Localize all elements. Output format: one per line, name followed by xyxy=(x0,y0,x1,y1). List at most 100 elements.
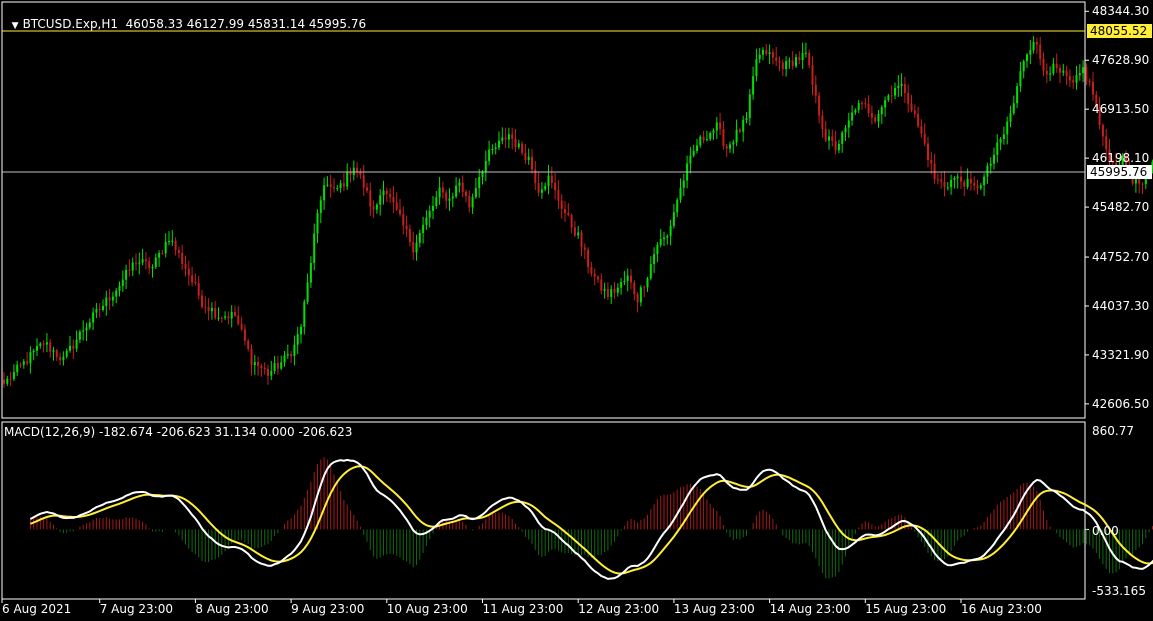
candle-body xyxy=(953,177,956,180)
candle-body xyxy=(405,225,408,230)
candle-body xyxy=(382,190,385,196)
candle-body xyxy=(1022,61,1025,72)
candle-body xyxy=(32,350,35,353)
candle-body xyxy=(491,148,494,150)
macd-label: MACD(12,26,9) -182.674 -206.623 31.134 0… xyxy=(4,425,353,439)
candle-body xyxy=(923,133,926,144)
candle-body xyxy=(465,191,467,196)
candle-body xyxy=(389,194,392,197)
candle-body xyxy=(798,57,801,60)
current-price-box: 45995.76 xyxy=(1087,164,1152,179)
candle-body xyxy=(1075,75,1078,83)
candle-body xyxy=(927,143,929,160)
candle-body xyxy=(590,267,593,274)
candle-body xyxy=(9,378,12,380)
candle-body xyxy=(204,306,207,308)
price-tick-label: 44037.30 xyxy=(1092,298,1150,313)
candle-body xyxy=(593,273,596,277)
candle-body xyxy=(557,189,560,201)
candle-body xyxy=(854,109,857,113)
candle-body xyxy=(234,312,236,316)
symbol-label: BTCUSD.Exp,H1 xyxy=(22,17,119,31)
candle-body xyxy=(851,112,854,121)
candle-body xyxy=(1029,50,1032,55)
candle-body xyxy=(676,199,679,213)
candle-body xyxy=(257,361,260,366)
candle-body xyxy=(471,196,474,208)
candle-body xyxy=(527,156,530,160)
candle-body xyxy=(745,117,748,120)
candle-body xyxy=(263,367,266,369)
candle-body xyxy=(425,217,428,225)
candle-body xyxy=(1101,124,1104,137)
candle-body xyxy=(920,126,923,134)
candle-body xyxy=(88,322,91,328)
candle-body xyxy=(702,136,705,140)
candle-body xyxy=(547,175,550,187)
macd-main-line xyxy=(29,458,1153,580)
price-tick-label: 47628.90 xyxy=(1092,53,1150,68)
candle-body xyxy=(118,285,121,291)
candle-body xyxy=(1072,80,1075,83)
candle-body xyxy=(699,136,702,146)
candle-body xyxy=(989,163,992,166)
price-tick-label: 43321.90 xyxy=(1092,347,1150,362)
candle-body xyxy=(62,356,65,361)
candle-body xyxy=(950,179,953,188)
candle-body xyxy=(986,165,989,177)
candle-body xyxy=(184,264,187,269)
candle-body xyxy=(16,364,19,373)
candle-body xyxy=(544,186,547,190)
candle-body xyxy=(821,115,824,130)
candle-body xyxy=(59,357,62,361)
candle-body xyxy=(550,175,553,184)
candle-body xyxy=(326,184,329,186)
candle-body xyxy=(214,308,217,319)
candle-body xyxy=(808,52,811,66)
candle-body xyxy=(260,365,263,368)
candle-body xyxy=(814,84,817,96)
candle-body xyxy=(1088,81,1091,83)
candle-body xyxy=(29,352,32,364)
candle-body xyxy=(828,136,830,141)
candle-body xyxy=(181,252,184,265)
candle-body xyxy=(408,229,411,243)
candle-body xyxy=(729,144,731,149)
candle-body xyxy=(910,103,913,111)
candle-body xyxy=(890,95,893,97)
candle-body xyxy=(313,233,316,264)
candle-body xyxy=(781,62,784,70)
candle-body xyxy=(1035,41,1038,45)
candle-body xyxy=(296,334,299,345)
candle-body xyxy=(1049,73,1052,75)
candle-body xyxy=(521,143,524,153)
candle-body xyxy=(969,178,972,184)
candle-body xyxy=(768,52,771,55)
candle-body xyxy=(983,176,986,186)
chart-frame xyxy=(1,1,1089,603)
dropdown-triangle-icon[interactable]: ▼ xyxy=(12,21,19,31)
candle-body xyxy=(712,130,715,133)
candle-body xyxy=(705,139,708,141)
candle-body xyxy=(372,206,375,210)
candle-body xyxy=(441,187,444,193)
candle-body xyxy=(270,370,273,376)
candle-body xyxy=(1141,183,1144,185)
candle-body xyxy=(616,287,619,293)
candle-body xyxy=(95,309,98,313)
candle-body xyxy=(606,288,609,297)
candle-body xyxy=(573,227,576,236)
candle-body xyxy=(210,308,213,312)
candle-body xyxy=(494,147,497,149)
candle-body xyxy=(273,363,276,371)
macd-axis-bottom: -533.165 xyxy=(1092,584,1146,598)
candle-body xyxy=(283,355,286,363)
candle-body xyxy=(220,317,223,319)
candle-body xyxy=(82,330,85,332)
candle-body xyxy=(366,187,368,191)
candle-body xyxy=(610,289,613,297)
candle-body xyxy=(369,190,372,207)
candle-body xyxy=(329,184,332,187)
candle-body xyxy=(445,192,448,201)
candle-body xyxy=(597,276,599,280)
